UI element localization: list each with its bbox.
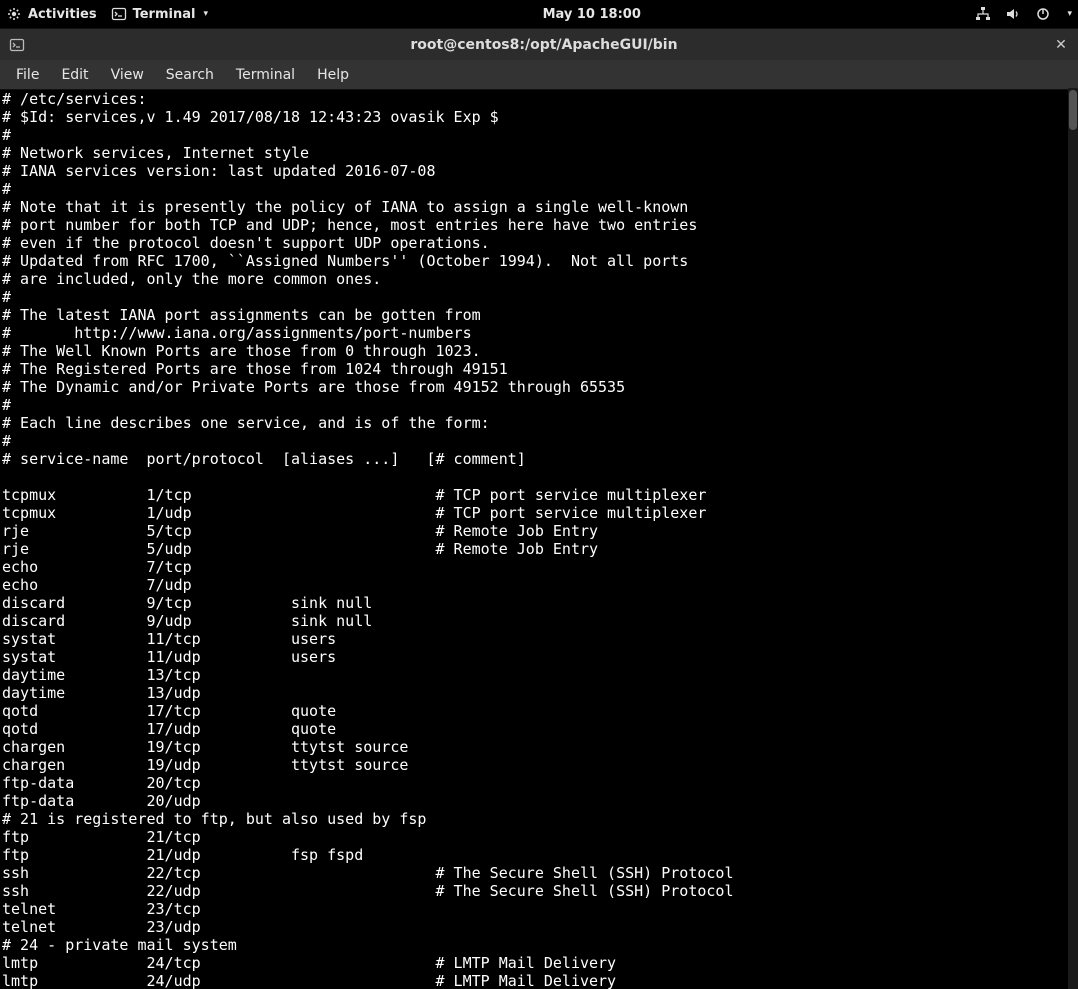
activities-label: Activities (28, 7, 97, 22)
menu-terminal[interactable]: Terminal (226, 63, 305, 87)
menu-file[interactable]: File (6, 63, 49, 87)
menu-search[interactable]: Search (156, 63, 224, 87)
app-menu-button[interactable]: Terminal ▾ (111, 6, 208, 22)
clock-label: May 10 18:00 (543, 7, 641, 22)
system-menu-chevron-icon[interactable]: ▾ (1067, 9, 1072, 19)
menubar: File Edit View Search Terminal Help (0, 60, 1078, 90)
terminal-window: root@centos8:/opt/ApacheGUI/bin ✕ File E… (0, 28, 1078, 989)
terminal-scrollbar[interactable] (1068, 88, 1078, 989)
terminal-app-icon (111, 6, 127, 22)
window-titlebar[interactable]: root@centos8:/opt/ApacheGUI/bin ✕ (0, 28, 1078, 60)
close-icon: ✕ (1055, 37, 1067, 53)
clock-button[interactable]: May 10 18:00 (208, 7, 975, 22)
window-close-button[interactable]: ✕ (1052, 36, 1070, 54)
gnome-topbar: Activities Terminal ▾ May 10 18:00 ▾ (0, 0, 1078, 28)
activities-icon (6, 6, 22, 22)
terminal-output[interactable]: # /etc/services: # $Id: services,v 1.49 … (0, 90, 1078, 989)
volume-status-icon[interactable] (1005, 6, 1021, 22)
activities-button[interactable]: Activities (6, 6, 97, 22)
network-status-icon[interactable] (975, 6, 991, 22)
app-menu-label: Terminal (133, 7, 196, 22)
titlebar-terminal-icon (8, 36, 26, 54)
menu-edit[interactable]: Edit (51, 63, 98, 87)
menu-help[interactable]: Help (307, 63, 359, 87)
menu-view[interactable]: View (101, 63, 154, 87)
power-status-icon[interactable] (1035, 6, 1051, 22)
window-title: root@centos8:/opt/ApacheGUI/bin (36, 37, 1052, 53)
scrollbar-thumb[interactable] (1069, 90, 1077, 130)
